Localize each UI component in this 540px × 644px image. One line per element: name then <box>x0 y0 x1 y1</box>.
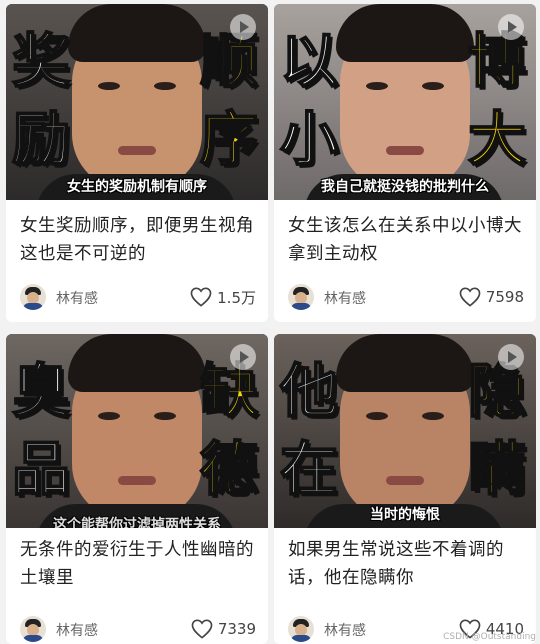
cover-title-char: 小 <box>279 104 339 174</box>
like-button[interactable]: 7598 <box>459 286 524 308</box>
cover-title-char: 德 <box>199 434 259 504</box>
video-card[interactable]: 以 小 博 大 我自己就挺没钱的批判什么 女生该怎么在关系中以小博大拿到主动权 … <box>274 4 536 322</box>
cover-title-char: 大 <box>467 104 527 174</box>
cover-title-char: 在 <box>279 434 339 504</box>
like-count: 7598 <box>485 288 524 306</box>
author-avatar[interactable] <box>20 284 46 310</box>
play-icon[interactable] <box>498 14 524 40</box>
author-name[interactable]: 林有感 <box>324 288 366 308</box>
like-button[interactable]: 7339 <box>191 618 256 640</box>
author-avatar[interactable] <box>20 616 46 642</box>
cover-title-char: 他 <box>279 356 339 426</box>
card-meta: 林有感 7339 <box>20 616 256 642</box>
video-thumbnail[interactable]: 他 在 隐 瞒 当时的悔恨 <box>274 334 536 528</box>
video-card[interactable]: 奖 励 顺 序 女生的奖励机制有顺序 女生奖励顺序，即便男生视角这也是不可逆的 … <box>6 4 268 322</box>
cover-title-char: 瞒 <box>467 434 527 504</box>
cover-title-char: 以 <box>279 26 339 96</box>
watermark: CSDN @Outstanding <box>443 632 536 642</box>
video-feed-grid: 奖 励 顺 序 女生的奖励机制有顺序 女生奖励顺序，即便男生视角这也是不可逆的 … <box>0 0 540 644</box>
cover-title-char: 臭 <box>11 356 71 426</box>
play-icon[interactable] <box>230 344 256 370</box>
like-button[interactable]: 1.5万 <box>190 286 256 308</box>
cover-subtitle: 这个能帮你过滤掉两性关系 <box>53 517 221 528</box>
video-title[interactable]: 无条件的爱衍生于人性幽暗的土壤里 <box>20 536 256 592</box>
cover-title-char: 品 <box>11 434 71 504</box>
heart-outline-icon <box>459 287 481 307</box>
video-thumbnail[interactable]: 臭 品 缺 德 这个能帮你过滤掉两性关系 <box>6 334 268 528</box>
author-avatar[interactable] <box>288 616 314 642</box>
heart-outline-icon <box>190 287 212 307</box>
cover-subtitle: 我自己就挺没钱的批判什么 <box>321 179 489 195</box>
cover-title-char: 励 <box>11 104 71 174</box>
heart-outline-icon <box>191 619 213 639</box>
video-title[interactable]: 女生奖励顺序，即便男生视角这也是不可逆的 <box>20 212 256 268</box>
like-count: 7339 <box>217 620 256 638</box>
author-name[interactable]: 林有感 <box>56 288 98 308</box>
card-meta: 林有感 1.5万 <box>20 284 256 310</box>
video-thumbnail[interactable]: 以 小 博 大 我自己就挺没钱的批判什么 <box>274 4 536 200</box>
author-avatar[interactable] <box>288 284 314 310</box>
author-name[interactable]: 林有感 <box>56 620 98 640</box>
card-meta: 林有感 7598 <box>288 284 524 310</box>
cover-title-char: 序 <box>199 104 259 174</box>
video-thumbnail[interactable]: 奖 励 顺 序 女生的奖励机制有顺序 <box>6 4 268 200</box>
play-icon[interactable] <box>498 344 524 370</box>
video-title[interactable]: 女生该怎么在关系中以小博大拿到主动权 <box>288 212 524 268</box>
like-count: 1.5万 <box>217 288 256 307</box>
author-name[interactable]: 林有感 <box>324 620 366 640</box>
play-icon[interactable] <box>230 14 256 40</box>
video-card[interactable]: 臭 品 缺 德 这个能帮你过滤掉两性关系 无条件的爱衍生于人性幽暗的土壤里 林有… <box>6 334 268 644</box>
video-card[interactable]: 他 在 隐 瞒 当时的悔恨 如果男生常说这些不着调的话，他在隐瞒你 林有感 44… <box>274 334 536 644</box>
cover-title-char: 奖 <box>11 26 71 96</box>
cover-subtitle: 女生的奖励机制有顺序 <box>67 179 207 195</box>
cover-subtitle: 当时的悔恨 <box>370 507 440 523</box>
video-title[interactable]: 如果男生常说这些不着调的话，他在隐瞒你 <box>288 536 524 592</box>
